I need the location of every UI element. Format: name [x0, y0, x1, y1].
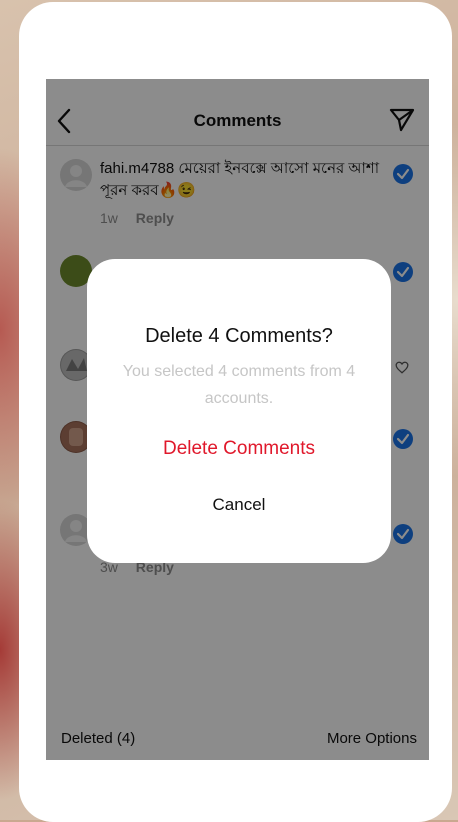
- dialog-title: Delete 4 Comments?: [145, 325, 333, 347]
- delete-comments-button[interactable]: Delete Comments: [87, 438, 391, 460]
- dialog-message: You selected 4 comments from 4 accounts.: [122, 363, 356, 407]
- cancel-button[interactable]: Cancel: [87, 495, 391, 515]
- delete-dialog: Delete 4 Comments? You selected 4 commen…: [87, 259, 391, 563]
